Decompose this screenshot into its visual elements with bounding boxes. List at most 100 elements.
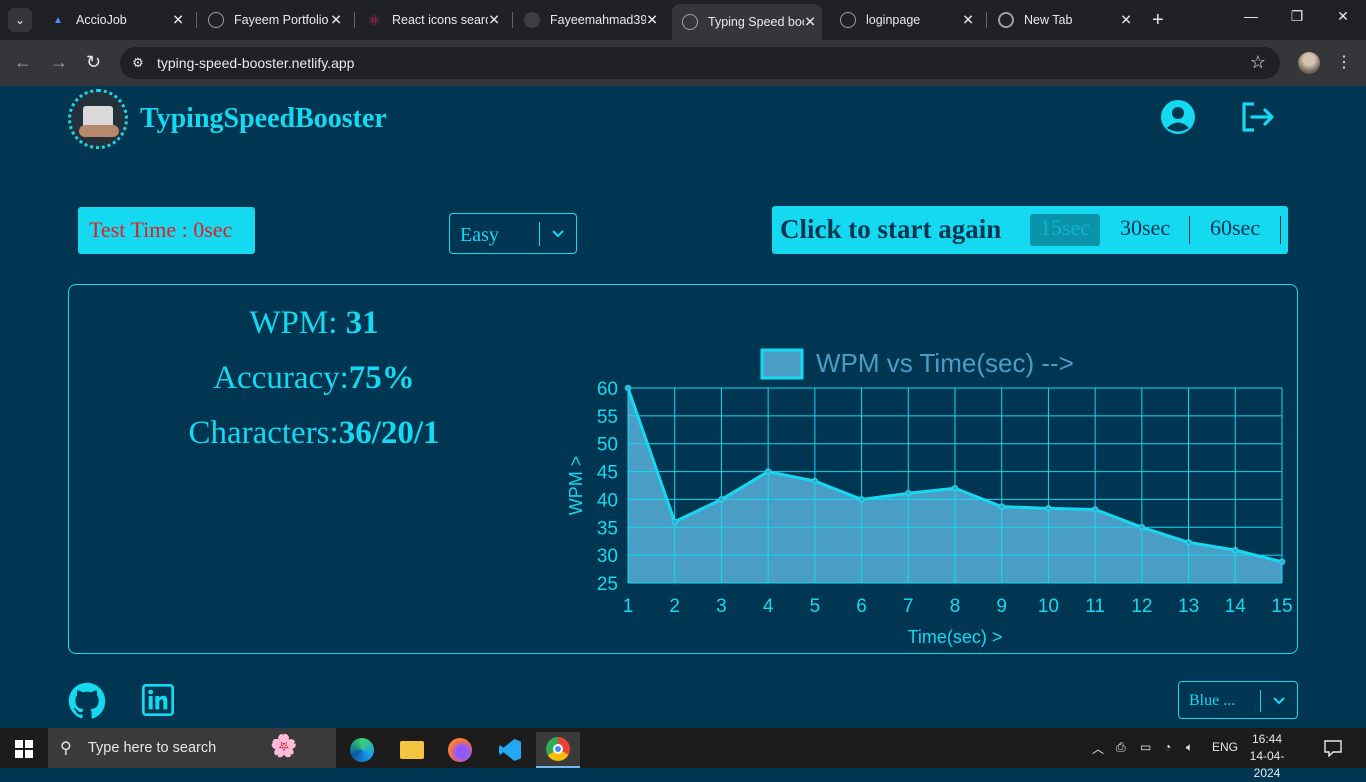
theme-value: Blue ... xyxy=(1189,692,1236,709)
linkedin-icon[interactable] xyxy=(142,684,174,716)
chart-x-tick-label: 5 xyxy=(810,596,821,617)
user-account-icon[interactable] xyxy=(1160,99,1196,135)
chevron-down-icon xyxy=(1273,697,1285,705)
chart-data-point xyxy=(1091,506,1099,513)
chart-data-point xyxy=(1232,546,1239,554)
time-option-15[interactable]: 15sec xyxy=(1030,214,1101,246)
chart-x-tick-label: 10 xyxy=(1038,596,1059,617)
close-icon[interactable]: ✕ xyxy=(646,12,658,29)
globe-icon xyxy=(682,14,698,30)
edge-icon[interactable] xyxy=(340,732,384,768)
browser-toolbar: ← → ↻ ⚙ typing-speed-booster.netlify.app… xyxy=(0,40,1366,86)
file-explorer-icon[interactable] xyxy=(390,732,434,768)
tab-react-icons[interactable]: ⚛ React icons search ✕ xyxy=(356,6,506,34)
restore-icon[interactable]: ❐ xyxy=(1282,8,1312,25)
battery-icon[interactable]: ▭ xyxy=(1140,740,1151,754)
chevron-down-icon xyxy=(552,230,564,238)
tab-new-tab[interactable]: New Tab ✕ xyxy=(988,6,1138,34)
chart-x-tick-label: 8 xyxy=(950,596,961,617)
chart-data-point xyxy=(951,485,959,492)
close-icon[interactable]: ✕ xyxy=(1120,12,1132,29)
logout-icon[interactable] xyxy=(1240,101,1276,133)
language-indicator[interactable]: ENG xyxy=(1212,740,1238,754)
clock-time: 16:44 xyxy=(1251,732,1283,746)
minimize-icon[interactable]: — xyxy=(1236,8,1266,24)
chart-x-tick-label: 12 xyxy=(1131,596,1152,617)
chart-x-tick-label: 1 xyxy=(623,596,634,617)
chart-y-tick-label: 45 xyxy=(597,463,618,484)
theme-select[interactable]: Blue ... xyxy=(1178,681,1298,719)
chevron-up-icon[interactable]: ︿ xyxy=(1092,740,1104,757)
back-icon[interactable]: ← xyxy=(14,52,32,73)
wpm-time-chart: 25303540455055601 2 3 4 5 6 7 8 9 10 11 12 13 14 15Tim… xyxy=(566,348,1293,647)
close-icon[interactable]: ✕ xyxy=(172,12,184,29)
chart-x-tick-label: 13 xyxy=(1178,596,1199,617)
close-icon[interactable]: ✕ xyxy=(962,12,974,29)
difficulty-select[interactable]: Easy xyxy=(449,213,577,254)
notification-icon[interactable] xyxy=(1324,739,1342,757)
vscode-icon[interactable] xyxy=(488,732,532,768)
close-icon[interactable]: ✕ xyxy=(804,14,816,31)
close-icon[interactable]: ✕ xyxy=(330,12,342,29)
chart-data-point xyxy=(764,468,772,475)
accuracy-stat: Accuracy:75% xyxy=(213,360,415,396)
tab-typing-speed[interactable]: Typing Speed booster ✕ xyxy=(672,4,822,40)
volume-icon[interactable]: 🔈︎ xyxy=(1186,740,1193,755)
chart-data-point xyxy=(1138,524,1146,531)
profile-avatar[interactable] xyxy=(1298,52,1320,74)
github-icon[interactable] xyxy=(68,682,106,720)
app-logo xyxy=(68,89,128,149)
menu-icon[interactable]: ⋮ xyxy=(1336,52,1352,72)
chart-data-point xyxy=(1278,558,1286,566)
window-close-icon[interactable]: ✕ xyxy=(1328,8,1358,25)
taskbar-search-placeholder: Type here to search xyxy=(88,740,217,756)
bookmark-star-icon[interactable]: ☆ xyxy=(1250,52,1266,73)
start-again-button[interactable]: Click to start again xyxy=(780,214,1001,245)
tab-acciojob[interactable]: ▲ AccioJob ✕ xyxy=(40,6,190,34)
characters-stat: Characters:36/20/1 xyxy=(188,415,440,451)
chart-x-tick-label: 15 xyxy=(1271,596,1292,617)
chart-x-tick-label: 11 xyxy=(1085,596,1105,617)
site-info-icon[interactable]: ⚙ xyxy=(128,53,148,73)
chart-y-axis-label: WPM > xyxy=(566,456,586,516)
tab-search-button[interactable]: ⌄ xyxy=(8,8,32,32)
taskbar-clock[interactable]: 16:44 14-04-2024 xyxy=(1242,731,1292,782)
tab-portfolio[interactable]: Fayeem Portfolio ✕ xyxy=(198,6,348,34)
taskbar-search[interactable]: ⚲ Type here to search 🌸 xyxy=(48,728,336,768)
close-icon[interactable]: ✕ xyxy=(488,12,500,29)
firefox-icon[interactable] xyxy=(438,732,482,768)
tab-title: Fayeem Portfolio xyxy=(234,13,329,27)
acciojob-icon: ▲ xyxy=(53,14,63,26)
wifi-icon[interactable]: ◔ xyxy=(1164,740,1171,754)
tab-title: Fayeemahmad39 xyxy=(550,13,646,27)
chart-data-point xyxy=(1045,505,1052,512)
globe-icon xyxy=(840,12,856,28)
chart-data-point xyxy=(624,384,632,392)
globe-icon xyxy=(208,12,224,28)
forward-icon[interactable]: → xyxy=(50,52,68,73)
tab-github[interactable]: Fayeemahmad39 ✕ xyxy=(514,6,664,34)
difficulty-value: Easy xyxy=(460,224,499,246)
search-icon: ⚲ xyxy=(60,740,72,757)
github-icon xyxy=(524,12,540,28)
windows-start-icon[interactable] xyxy=(15,740,33,758)
test-time-display: Test Time : 0sec xyxy=(78,207,255,254)
wpm-stat: WPM: 31 xyxy=(249,305,379,341)
address-bar[interactable]: ⚙ typing-speed-booster.netlify.app ☆ xyxy=(120,47,1280,79)
url-text[interactable]: typing-speed-booster.netlify.app xyxy=(157,55,354,71)
tab-loginpage[interactable]: loginpage ✕ xyxy=(830,6,980,34)
chart-data-point xyxy=(811,477,819,485)
chart-data-point xyxy=(905,490,912,497)
chart-x-tick-label: 3 xyxy=(716,596,727,617)
restart-bar: Click to start again 15sec 30sec 60sec xyxy=(772,206,1288,254)
meet-now-icon[interactable]: ⎙ xyxy=(1116,740,1126,755)
time-option-60[interactable]: 60sec xyxy=(1210,214,1260,246)
time-option-30[interactable]: 30sec xyxy=(1120,214,1170,246)
brand-title: TypingSpeedBooster xyxy=(140,103,387,134)
chart-y-tick-label: 35 xyxy=(597,518,618,539)
new-tab-button[interactable]: + xyxy=(1152,10,1164,30)
chrome-taskbar-icon[interactable] xyxy=(536,732,580,768)
reload-icon[interactable]: ↻ xyxy=(86,52,101,73)
chart-x-tick-label: 9 xyxy=(996,596,1007,617)
chart-x-tick-label: 7 xyxy=(903,596,914,617)
